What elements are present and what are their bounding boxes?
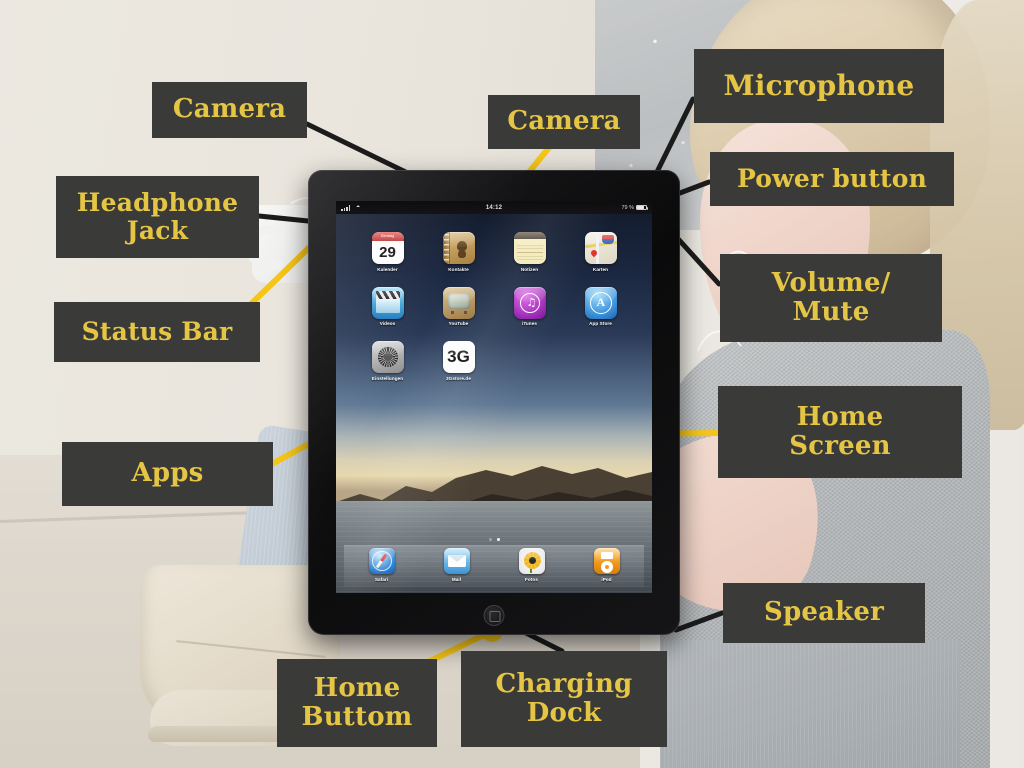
app-label: App Store (589, 321, 612, 326)
callout-label: Camera (507, 106, 621, 137)
callout-label-line1: Volume/ (771, 267, 891, 298)
app-karten[interactable]: Karten (572, 232, 630, 272)
app-label: Karten (592, 266, 609, 272)
appstore-icon: A (584, 286, 617, 319)
notes-icon (513, 232, 546, 264)
status-bar: ◓ 14:12 79 % (336, 201, 652, 214)
callout-label: Speaker (764, 597, 884, 628)
dock-safari[interactable]: Safari (359, 548, 405, 582)
callout-label-line1: Home (796, 401, 884, 432)
dock-label: Mail (451, 576, 462, 582)
app-row-2: Videos YouTube ♫ iTunes A App Store (352, 286, 636, 326)
dock: Safari Mail Fotos iPod (344, 545, 644, 587)
3g-icon: 3G (442, 341, 475, 373)
app-row-3: Einstellungen 3G 3Gstore.de (352, 341, 636, 381)
dock-label: Fotos (524, 576, 538, 582)
app-einstellungen[interactable]: Einstellungen (359, 341, 417, 381)
calendar-icon: Dienstag 29 (371, 232, 404, 264)
app-itunes[interactable]: ♫ iTunes (501, 286, 559, 326)
callout-label: Microphone (723, 69, 915, 103)
callout-label-line1: Home (313, 672, 401, 703)
callout-charging-dock: Charging Dock (461, 651, 667, 747)
dock-ipod[interactable]: iPod (584, 548, 630, 582)
callout-label-line1: Charging (495, 668, 633, 699)
callout-label-line2: Dock (526, 698, 602, 728)
app-label: iTunes (521, 321, 538, 326)
mail-icon (443, 548, 470, 574)
battery-icon (636, 204, 648, 211)
app-kalender[interactable]: Dienstag 29 Kalender (359, 232, 417, 272)
photos-icon (518, 548, 545, 574)
app-label: Einstellungen (371, 375, 404, 381)
callout-label: Apps (131, 458, 204, 489)
callout-label-line1: Headphone (76, 188, 239, 217)
callout-volume-mute: Volume/ Mute (720, 254, 942, 342)
callout-label: Camera (172, 94, 287, 125)
callout-label-line2: Buttom (301, 702, 413, 732)
callout-speaker: Speaker (723, 583, 925, 643)
videos-icon (371, 286, 404, 319)
callout-status-bar: Status Bar (54, 302, 260, 362)
callout-headphone-jack: Headphone Jack (56, 176, 259, 258)
dock-label: iPod (601, 576, 612, 582)
dock-mail[interactable]: Mail (434, 548, 480, 582)
calendar-weekday: Dienstag (371, 232, 404, 241)
app-3gstore[interactable]: 3G 3Gstore.de (430, 341, 488, 381)
callout-apps: Apps (62, 442, 273, 506)
app-youtube[interactable]: YouTube (430, 286, 488, 326)
app-notizen[interactable]: Notizen (501, 232, 559, 272)
ipad-device: ◓ 14:12 79 % Dienstag 29 Kalender Kontak… (308, 170, 680, 635)
callout-camera-front: Camera (488, 95, 640, 149)
app-label: Videos (379, 321, 396, 326)
app-label: 3Gstore.de (446, 375, 471, 381)
safari-icon (368, 548, 395, 574)
settings-icon (371, 341, 404, 373)
callout-label: Power button (736, 164, 928, 193)
callout-microphone: Microphone (694, 49, 944, 123)
itunes-icon: ♫ (513, 286, 546, 319)
page-dot[interactable] (488, 538, 492, 541)
dock-fotos[interactable]: Fotos (509, 548, 555, 582)
callout-camera-rear: Camera (152, 82, 307, 138)
home-button[interactable] (483, 605, 505, 626)
app-kontakte[interactable]: Kontakte (430, 232, 488, 272)
3g-badge: 3G (447, 347, 470, 366)
callout-label-line2: Jack (126, 216, 189, 245)
callout-label-line2: Screen (789, 431, 891, 461)
app-row-1: Dienstag 29 Kalender Kontakte Notizen Ka… (352, 232, 636, 272)
status-bar-clock: 14:12 (485, 204, 503, 211)
maps-icon (584, 232, 617, 264)
ipad-screen[interactable]: ◓ 14:12 79 % Dienstag 29 Kalender Kontak… (336, 201, 652, 593)
app-appstore[interactable]: A App Store (572, 286, 630, 326)
callout-home-button: Home Buttom (277, 659, 437, 747)
app-label: Notizen (520, 266, 539, 272)
callout-home-screen: Home Screen (718, 386, 962, 478)
page-dot-active[interactable] (496, 538, 500, 541)
callout-power-button: Power button (710, 152, 954, 206)
callout-label-line2: Mute (792, 297, 870, 327)
app-label: Kontakte (448, 266, 469, 272)
app-grid: Dienstag 29 Kalender Kontakte Notizen Ka… (336, 214, 652, 396)
contacts-icon (442, 232, 475, 264)
app-label: YouTube (448, 321, 469, 326)
callout-label: Status Bar (81, 317, 233, 346)
page-indicator-dots[interactable] (336, 538, 652, 541)
ipod-icon (593, 548, 620, 574)
youtube-icon (442, 286, 475, 319)
dock-label: Safari (374, 576, 389, 582)
app-videos[interactable]: Videos (359, 286, 417, 326)
calendar-day: 29 (379, 244, 396, 261)
app-label: Kalender (377, 266, 398, 272)
